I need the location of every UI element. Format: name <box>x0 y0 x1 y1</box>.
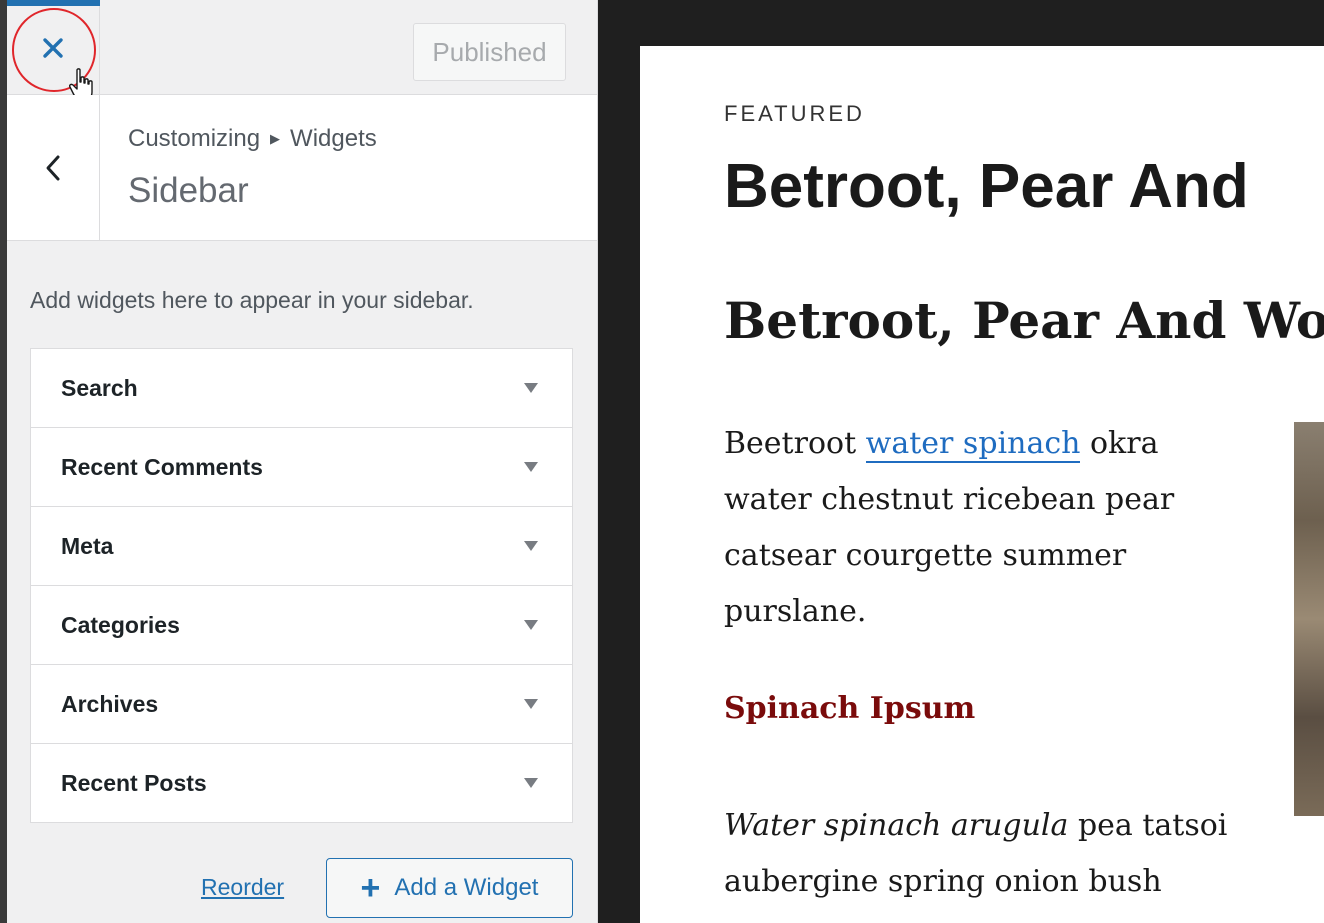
widget-recent-posts[interactable]: Recent Posts <box>30 743 573 823</box>
breadcrumb-separator-icon: ▶ <box>270 131 281 146</box>
widget-archives[interactable]: Archives <box>30 664 573 744</box>
post-title[interactable]: Betroot, Pear And Wo <box>724 291 1324 350</box>
customizer-screen: Published Customizing ▶ Widgets Sidebar … <box>0 0 1324 923</box>
add-widget-button[interactable]: + Add a Widget <box>326 858 573 918</box>
section-header: Customizing ▶ Widgets Sidebar <box>7 95 597 241</box>
preview-page: FEATURED Betroot, Pear And Betroot, Pear… <box>640 46 1324 923</box>
breadcrumb: Customizing ▶ Widgets <box>128 125 377 153</box>
caret-down-icon[interactable] <box>524 541 538 551</box>
customizer-sidebar: Published Customizing ▶ Widgets Sidebar … <box>0 0 598 923</box>
post-paragraph: Beetroot water spinach okra water chestn… <box>724 416 1194 640</box>
section-title: Sidebar <box>128 171 249 210</box>
sidebar-description: Add widgets here to appear in your sideb… <box>30 287 474 313</box>
paragraph-text: Beetroot <box>724 426 866 461</box>
post-category[interactable]: FEATURED <box>724 101 865 127</box>
published-button[interactable]: Published <box>413 23 566 81</box>
post-paragraph: Water spinach arugula pea tatsoi aubergi… <box>724 798 1244 910</box>
widget-categories[interactable]: Categories <box>30 585 573 665</box>
close-accent-bar <box>7 0 100 6</box>
back-button[interactable] <box>7 95 100 241</box>
reorder-link[interactable]: Reorder <box>201 874 284 901</box>
caret-down-icon[interactable] <box>524 778 538 788</box>
close-button[interactable] <box>7 0 100 101</box>
widget-search[interactable]: Search <box>30 348 573 428</box>
customizer-header: Published <box>7 0 597 101</box>
widget-title: Recent Posts <box>61 769 207 796</box>
plus-icon: + <box>360 869 381 907</box>
add-widget-label: Add a Widget <box>394 874 539 901</box>
chevron-left-icon <box>46 155 60 181</box>
post-subheading: Spinach Ipsum <box>724 691 976 726</box>
featured-image <box>1294 422 1324 816</box>
featured-title[interactable]: Betroot, Pear And <box>724 151 1249 222</box>
italic-text: Water spinach arugula <box>724 808 1069 843</box>
site-preview: FEATURED Betroot, Pear And Betroot, Pear… <box>598 0 1324 923</box>
widget-title: Search <box>61 374 138 401</box>
caret-down-icon[interactable] <box>524 462 538 472</box>
breadcrumb-root: Customizing <box>128 125 261 152</box>
water-spinach-link[interactable]: water spinach <box>865 426 1081 463</box>
widget-title: Meta <box>61 532 114 559</box>
widget-title: Categories <box>61 611 180 638</box>
breadcrumb-current: Widgets <box>290 125 377 152</box>
widget-title: Recent Comments <box>61 453 263 480</box>
widget-meta[interactable]: Meta <box>30 506 573 586</box>
widget-recent-comments[interactable]: Recent Comments <box>30 427 573 507</box>
caret-down-icon[interactable] <box>524 620 538 630</box>
widget-list: Search Recent Comments Meta Categories A… <box>30 348 573 823</box>
caret-down-icon[interactable] <box>524 699 538 709</box>
widget-title: Archives <box>61 690 159 717</box>
caret-down-icon[interactable] <box>524 383 538 393</box>
